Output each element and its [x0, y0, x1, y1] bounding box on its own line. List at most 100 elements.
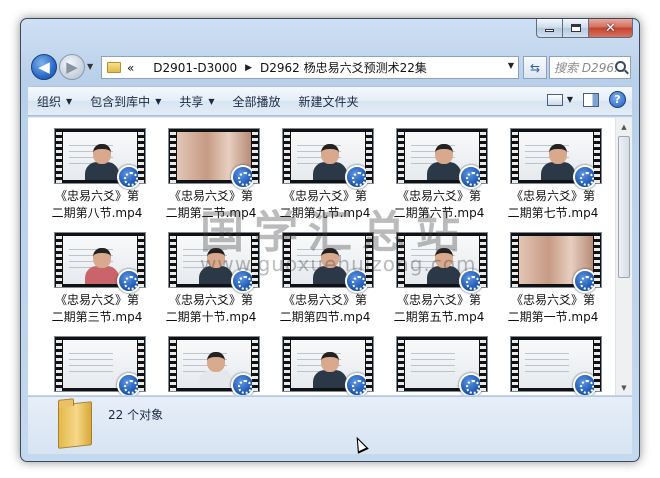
- caption-buttons: ✕: [536, 19, 633, 38]
- maximize-button[interactable]: [563, 19, 589, 38]
- presenter-body: [541, 162, 575, 180]
- presenter-head: [93, 144, 111, 164]
- file-name[interactable]: 《忠易六爻》第 二期第八节.mp4: [40, 188, 154, 222]
- presenter-body: [313, 162, 347, 180]
- video-thumbnail: [54, 128, 146, 189]
- breadcrumb-separator-icon[interactable]: ▶: [245, 63, 252, 73]
- media-player-icon: [573, 373, 597, 395]
- chevron-down-icon: ▼: [66, 96, 73, 106]
- details-pane: 22 个对象: [28, 396, 632, 454]
- forward-arrow-icon: ▶: [66, 58, 78, 76]
- media-player-icon: [573, 269, 597, 293]
- minimize-icon: [545, 29, 554, 32]
- scrollbar-thumb[interactable]: [618, 136, 630, 278]
- media-player-icon: [231, 165, 255, 189]
- presenter-body: [199, 370, 233, 388]
- search-input[interactable]: 搜索 D296...: [549, 56, 631, 79]
- address-bar[interactable]: « D2901-D3000 ▶ D2962 杨忠易六爻预测术22集 ▼: [101, 56, 519, 79]
- media-player-icon: [573, 165, 597, 189]
- item-count: 22 个对象: [108, 408, 164, 422]
- back-arrow-icon: ◀: [38, 58, 50, 76]
- breadcrumb-overflow[interactable]: «: [127, 61, 134, 75]
- media-player-icon: [231, 373, 255, 395]
- watermark-url: www.guoxuehuizong.com: [200, 252, 477, 276]
- presenter-body: [85, 162, 119, 180]
- presenter-figure: [313, 352, 347, 388]
- media-player-icon: [117, 269, 141, 293]
- forward-button[interactable]: ▶: [59, 54, 85, 80]
- file-name[interactable]: 《忠易六爻》第 二期第一节.mp4: [496, 292, 610, 326]
- media-player-icon: [459, 373, 483, 395]
- share-label: 共享: [179, 94, 204, 109]
- navigation-bar: ◀ ▶ ▼ « D2901-D3000 ▶ D2962 杨忠易六爻预测术22集 …: [31, 53, 631, 81]
- presenter-head: [549, 144, 567, 164]
- organize-menu[interactable]: 组织 ▼: [28, 87, 81, 115]
- vertical-scrollbar[interactable]: ▲ ▼: [615, 118, 632, 395]
- file-item[interactable]: 《忠易六爻》第: [382, 336, 496, 395]
- close-button[interactable]: ✕: [589, 19, 633, 38]
- board-writing: [69, 348, 114, 372]
- file-item[interactable]: 《忠易六爻》第: [496, 336, 610, 395]
- presenter-figure: [199, 352, 233, 388]
- back-button[interactable]: ◀: [31, 54, 57, 80]
- video-thumbnail: [510, 336, 602, 395]
- presenter-figure: [85, 144, 119, 180]
- video-thumbnail: [510, 128, 602, 189]
- video-thumbnail: [168, 128, 260, 189]
- include-in-library-label: 包含到库中: [90, 94, 151, 109]
- organize-label: 组织: [37, 94, 62, 109]
- file-item[interactable]: 《忠易六爻》第 二期第一节.mp4: [496, 232, 610, 334]
- presenter-head: [321, 144, 339, 164]
- presenter-head: [321, 352, 339, 372]
- scroll-up-icon[interactable]: ▲: [616, 118, 632, 135]
- play-all-label: 全部播放: [232, 94, 281, 109]
- video-thumbnail: [282, 336, 374, 395]
- address-dropdown-icon[interactable]: ▼: [508, 61, 514, 70]
- file-item[interactable]: 《忠易六爻》第 二期第三节.mp4: [40, 232, 154, 334]
- search-icon[interactable]: [615, 61, 626, 72]
- refresh-icon: ⇆: [529, 60, 541, 75]
- scroll-down-icon[interactable]: ▼: [616, 379, 632, 395]
- file-name[interactable]: 《忠易六爻》第 二期第十节.mp4: [154, 292, 268, 326]
- video-thumbnail: [510, 232, 602, 293]
- play-all-button[interactable]: 全部播放: [224, 87, 290, 115]
- video-thumbnail: [54, 336, 146, 395]
- new-folder-label: 新建文件夹: [298, 94, 359, 109]
- video-thumbnail: [396, 128, 488, 189]
- media-player-icon: [345, 165, 369, 189]
- help-icon[interactable]: ?: [609, 91, 626, 108]
- video-thumbnail: [396, 336, 488, 395]
- share-menu[interactable]: 共享 ▼: [170, 87, 223, 115]
- file-item[interactable]: 《忠易六爻》第: [268, 336, 382, 395]
- presenter-head: [207, 352, 225, 372]
- presenter-figure: [541, 144, 575, 180]
- new-folder-button[interactable]: 新建文件夹: [290, 87, 368, 115]
- recent-pages-dropdown[interactable]: ▼: [87, 62, 97, 72]
- view-controls: ▼ ?: [546, 91, 626, 108]
- preview-pane-icon[interactable]: [583, 92, 599, 107]
- change-view-icon[interactable]: [546, 93, 563, 106]
- breadcrumb-item[interactable]: D2962 杨忠易六爻预测术22集: [260, 59, 427, 76]
- file-name[interactable]: 《忠易六爻》第 二期第七节.mp4: [496, 188, 610, 222]
- file-name[interactable]: 《忠易六爻》第 二期第三节.mp4: [40, 292, 154, 326]
- close-icon: ✕: [605, 20, 616, 36]
- file-item[interactable]: 《忠易六爻》第: [40, 336, 154, 395]
- file-name[interactable]: 《忠易六爻》第 二期第四节.mp4: [268, 292, 382, 326]
- refresh-button[interactable]: ⇆: [523, 56, 547, 79]
- media-player-icon: [117, 165, 141, 189]
- include-in-library-menu[interactable]: 包含到库中 ▼: [81, 87, 170, 115]
- minimize-button[interactable]: [536, 19, 563, 38]
- media-player-icon: [459, 165, 483, 189]
- video-thumbnail: [168, 336, 260, 395]
- media-player-icon: [345, 373, 369, 395]
- view-dropdown-icon[interactable]: ▼: [567, 95, 573, 104]
- file-item[interactable]: 《忠易六爻》第: [154, 336, 268, 395]
- board-writing: [525, 348, 570, 372]
- presenter-head: [435, 144, 453, 164]
- breadcrumb-item[interactable]: D2901-D3000: [153, 61, 237, 75]
- file-item[interactable]: 《忠易六爻》第 二期第八节.mp4: [40, 128, 154, 230]
- media-player-icon: [117, 373, 141, 395]
- file-name[interactable]: 《忠易六爻》第 二期第五节.mp4: [382, 292, 496, 326]
- file-item[interactable]: 《忠易六爻》第 二期第七节.mp4: [496, 128, 610, 230]
- presenter-figure: [313, 144, 347, 180]
